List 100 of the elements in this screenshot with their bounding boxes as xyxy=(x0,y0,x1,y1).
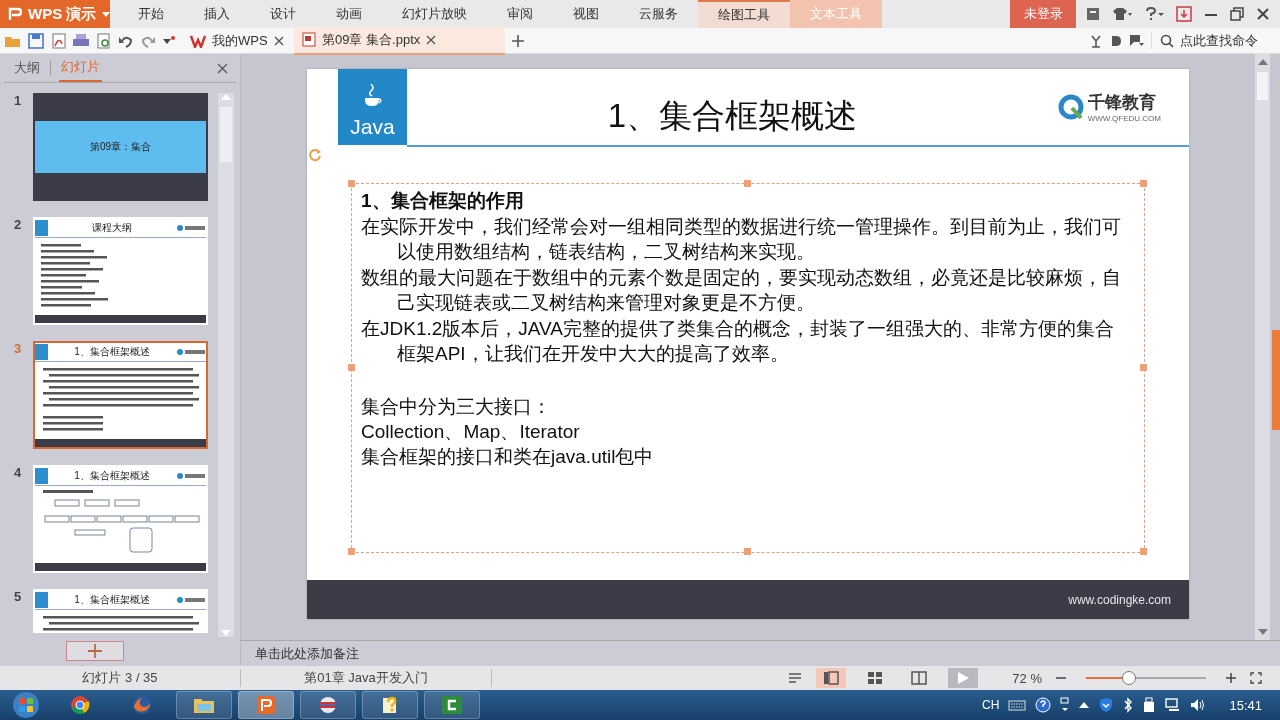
slide-thumbnail[interactable]: 1、集合框架概述 xyxy=(33,341,208,449)
new-tab-icon[interactable] xyxy=(511,33,525,48)
taskbar-app[interactable] xyxy=(362,691,418,719)
text-line: 集合中分为三大接口： xyxy=(361,395,552,419)
ribbon-tab[interactable]: 插入 xyxy=(184,0,250,28)
shirt-icon[interactable] xyxy=(1112,7,1132,21)
print-icon[interactable] xyxy=(72,32,90,49)
thumbnail-title: 第09章：集合 xyxy=(89,140,152,154)
normal-view-icon xyxy=(823,671,840,685)
slide-thumbnail[interactable]: 1、集合框架概述 xyxy=(33,465,208,573)
notes-view-icon[interactable] xyxy=(788,672,803,684)
close-icon[interactable] xyxy=(1256,7,1270,21)
scroll-thumb[interactable] xyxy=(1257,72,1268,100)
scroll-down-icon[interactable] xyxy=(1257,628,1268,636)
logo-icon xyxy=(176,596,206,604)
thumbnail-title: 课程大纲 xyxy=(91,221,133,235)
input-method-indicator[interactable]: CH xyxy=(982,698,1000,712)
notes-field[interactable]: 单击此处添加备注 xyxy=(253,644,457,662)
network-icon[interactable] xyxy=(1165,697,1182,713)
resize-handle[interactable] xyxy=(744,180,751,187)
ribbon-tab[interactable]: 开始 xyxy=(118,0,184,28)
resize-handle[interactable] xyxy=(348,548,355,555)
slide-thumbnail[interactable]: 课程大纲 xyxy=(33,217,208,325)
resize-handle[interactable] xyxy=(744,548,751,555)
normal-view-button[interactable] xyxy=(816,668,847,688)
footer-url: www.codingke.com xyxy=(1068,592,1171,607)
resize-handle[interactable] xyxy=(348,180,355,187)
play-icon xyxy=(956,671,971,685)
fit-window-icon[interactable] xyxy=(1250,672,1262,684)
shield-icon[interactable] xyxy=(1098,697,1115,713)
panel-tab[interactable]: 大纲 xyxy=(12,55,42,81)
scrollbar[interactable] xyxy=(1255,54,1270,640)
save-icon[interactable] xyxy=(28,32,44,49)
slider-thumb[interactable] xyxy=(1122,671,1137,685)
brand-name: 千锋教育 xyxy=(1087,92,1157,114)
folder-icon xyxy=(193,696,215,714)
wps-logo-icon[interactable] xyxy=(190,33,206,48)
presentation-file-icon[interactable] xyxy=(302,32,316,47)
usb-icon[interactable] xyxy=(1142,697,1157,713)
slide-thumbnail[interactable]: 1、集合框架概述 xyxy=(33,589,208,633)
style-icon[interactable] xyxy=(1109,33,1123,48)
thumbnail-title: 1、集合框架概述 xyxy=(73,469,151,483)
help-circle-icon[interactable] xyxy=(1035,697,1052,713)
slide-number: 1 xyxy=(14,93,23,110)
resize-handle[interactable] xyxy=(348,364,355,371)
logo-icon xyxy=(176,348,206,356)
text-line: Collection、Map、Iterator xyxy=(361,420,581,444)
brand-logo-icon xyxy=(1057,94,1084,120)
document-tab[interactable]: 我的WPS xyxy=(182,27,288,54)
taskbar-app[interactable] xyxy=(300,691,356,719)
windows-icon[interactable] xyxy=(1060,697,1071,713)
java-badge-icon xyxy=(35,344,48,360)
ribbon-tab[interactable]: 审阅 xyxy=(487,0,553,28)
brand-url: WWW.QFEDU.COM xyxy=(1087,114,1161,123)
archive-icon[interactable] xyxy=(1086,7,1100,21)
scrollbar[interactable] xyxy=(218,93,234,637)
pdf-export-icon[interactable] xyxy=(50,32,66,49)
ribbon-tab[interactable]: 动画 xyxy=(316,0,382,28)
taskbar-app[interactable] xyxy=(176,691,232,719)
slide-thumbnail[interactable]: 第09章：集合 xyxy=(33,93,208,201)
format-painter-icon[interactable] xyxy=(1089,33,1103,48)
resize-handle[interactable] xyxy=(1140,180,1147,187)
print-preview-icon[interactable] xyxy=(96,32,112,49)
resize-handle[interactable] xyxy=(1140,548,1147,555)
globe-icon xyxy=(318,695,338,715)
slide-counter: 幻灯片 3 / 35 xyxy=(81,669,159,687)
command-search-field[interactable]: 点此查找命令 xyxy=(1178,32,1272,49)
close-icon[interactable] xyxy=(273,35,284,46)
ribbon-tab[interactable]: 设计 xyxy=(250,0,316,28)
zoom-in-icon[interactable] xyxy=(1226,673,1236,683)
volume-icon[interactable] xyxy=(1190,697,1207,713)
ribbon-tab[interactable]: 幻灯片放映 xyxy=(382,0,487,28)
bluetooth-icon[interactable] xyxy=(1123,697,1134,713)
slide-title: 1、集合框架概述 xyxy=(606,95,858,136)
download-icon[interactable] xyxy=(1176,6,1192,22)
help-icon[interactable] xyxy=(1144,7,1164,21)
grid-view-icon xyxy=(867,671,884,685)
add-slide-button[interactable] xyxy=(66,641,124,661)
chrome-icon xyxy=(70,695,90,715)
comment-icon[interactable] xyxy=(1129,33,1145,48)
slide-number: 2 xyxy=(14,217,23,234)
taskbar-app[interactable] xyxy=(238,691,294,719)
close-icon[interactable] xyxy=(217,62,228,74)
ribbon-tab[interactable]: 绘图工具 xyxy=(698,0,790,28)
scroll-up-icon[interactable] xyxy=(1257,58,1268,66)
keyboard-icon[interactable] xyxy=(1008,699,1027,711)
ribbon-tab[interactable]: 视图 xyxy=(553,0,619,28)
restore-icon[interactable] xyxy=(1230,7,1244,21)
tray-expand-icon[interactable] xyxy=(1079,701,1090,709)
resize-handle[interactable] xyxy=(1140,364,1147,371)
document-tab[interactable]: 第09章 集合.pptx xyxy=(294,26,505,55)
taskbar-app[interactable] xyxy=(424,691,480,719)
paragraph: 数组的最大问题在于数组中的元素个数是固定的，要实现动态数组，必竟还是比较麻烦，自己实现链表或二叉树结构来管理对象更是不方便。 xyxy=(361,266,1122,315)
plus-icon xyxy=(87,643,103,659)
book-icon xyxy=(911,671,928,685)
logo-icon xyxy=(176,472,206,480)
text-box[interactable] xyxy=(351,183,1145,553)
close-icon[interactable] xyxy=(426,34,437,45)
ribbon-tab[interactable]: 云服务 xyxy=(619,0,698,28)
slide-number: 4 xyxy=(14,465,23,482)
